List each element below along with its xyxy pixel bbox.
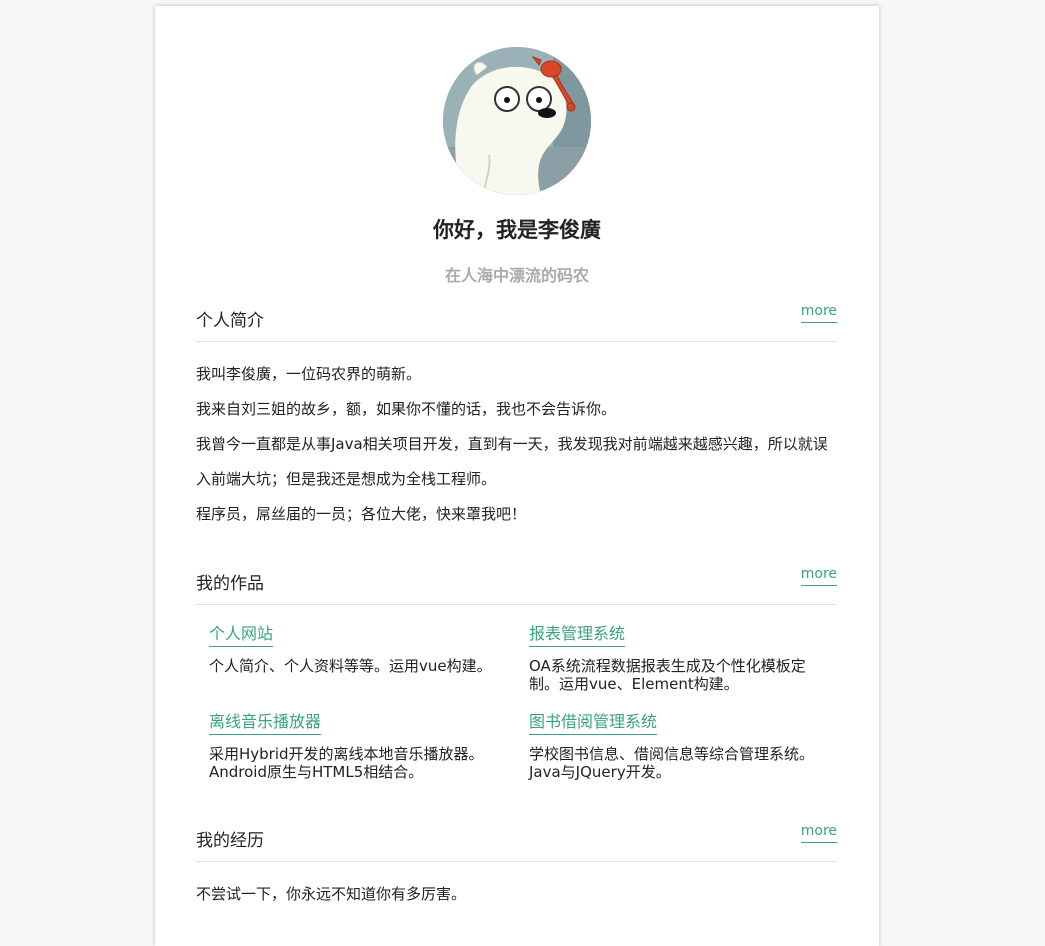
work-item-desc: 采用Hybrid开发的离线本地音乐播放器。Android原生与HTML5相结合。 xyxy=(209,745,484,781)
page-title: 你好，我是李俊廣 xyxy=(433,217,601,242)
works-heading: 我的作品 xyxy=(196,574,264,594)
intro-section-header: 个人简介 more xyxy=(196,303,837,342)
works-section-header: 我的作品 more xyxy=(196,566,837,605)
intro-paragraph: 我曾今一直都是从事Java相关项目开发，直到有一天，我发现我对前端越来越感兴趣，… xyxy=(196,435,828,488)
work-item-title[interactable]: 个人网站 xyxy=(209,620,274,647)
page-subtitle: 在人海中漂流的码农 xyxy=(444,266,589,285)
intro-heading: 个人简介 xyxy=(196,311,264,331)
work-item-desc: 学校图书信息、借阅信息等综合管理系统。Java与JQuery开发。 xyxy=(529,745,815,781)
intro-body: 我叫李俊廣，一位码农界的萌新。 我来自刘三姐的故乡，额，如果你不懂的话，我也不会… xyxy=(196,357,836,532)
works-more-link[interactable]: more xyxy=(800,566,837,586)
polar-bear-avatar-icon xyxy=(443,47,591,195)
work-item-title[interactable]: 离线音乐播放器 xyxy=(209,708,322,735)
intro-paragraph: 我叫李俊廣，一位码农界的萌新。 xyxy=(196,365,422,383)
work-item-desc: OA系统流程数据报表生成及个性化模板定制。运用vue、Element构建。 xyxy=(529,657,806,693)
work-item-title[interactable]: 报表管理系统 xyxy=(529,620,626,647)
intro-more-link[interactable]: more xyxy=(800,303,837,323)
experience-heading: 我的经历 xyxy=(196,831,264,851)
experience-body: 不尝试一下，你永远不知道你有多厉害。 xyxy=(196,877,836,912)
work-item-title[interactable]: 图书借阅管理系统 xyxy=(529,708,658,735)
work-item-desc: 个人简介、个人资料等等。运用vue构建。 xyxy=(209,657,492,675)
experience-paragraph: 不尝试一下，你永远不知道你有多厉害。 xyxy=(196,885,467,903)
avatar xyxy=(443,47,591,195)
intro-paragraph: 程序员，屌丝届的一员；各位大佬，快来罩我吧！ xyxy=(196,505,527,523)
experience-section-header: 我的经历 more xyxy=(196,823,837,862)
experience-more-link[interactable]: more xyxy=(800,823,837,843)
intro-paragraph: 我来自刘三姐的故乡，额，如果你不懂的话，我也不会告诉你。 xyxy=(196,400,617,418)
profile-card: 你好，我是李俊廣 在人海中漂流的码农 个人简介 more 我叫李俊廣，一位码农界… xyxy=(155,6,879,946)
